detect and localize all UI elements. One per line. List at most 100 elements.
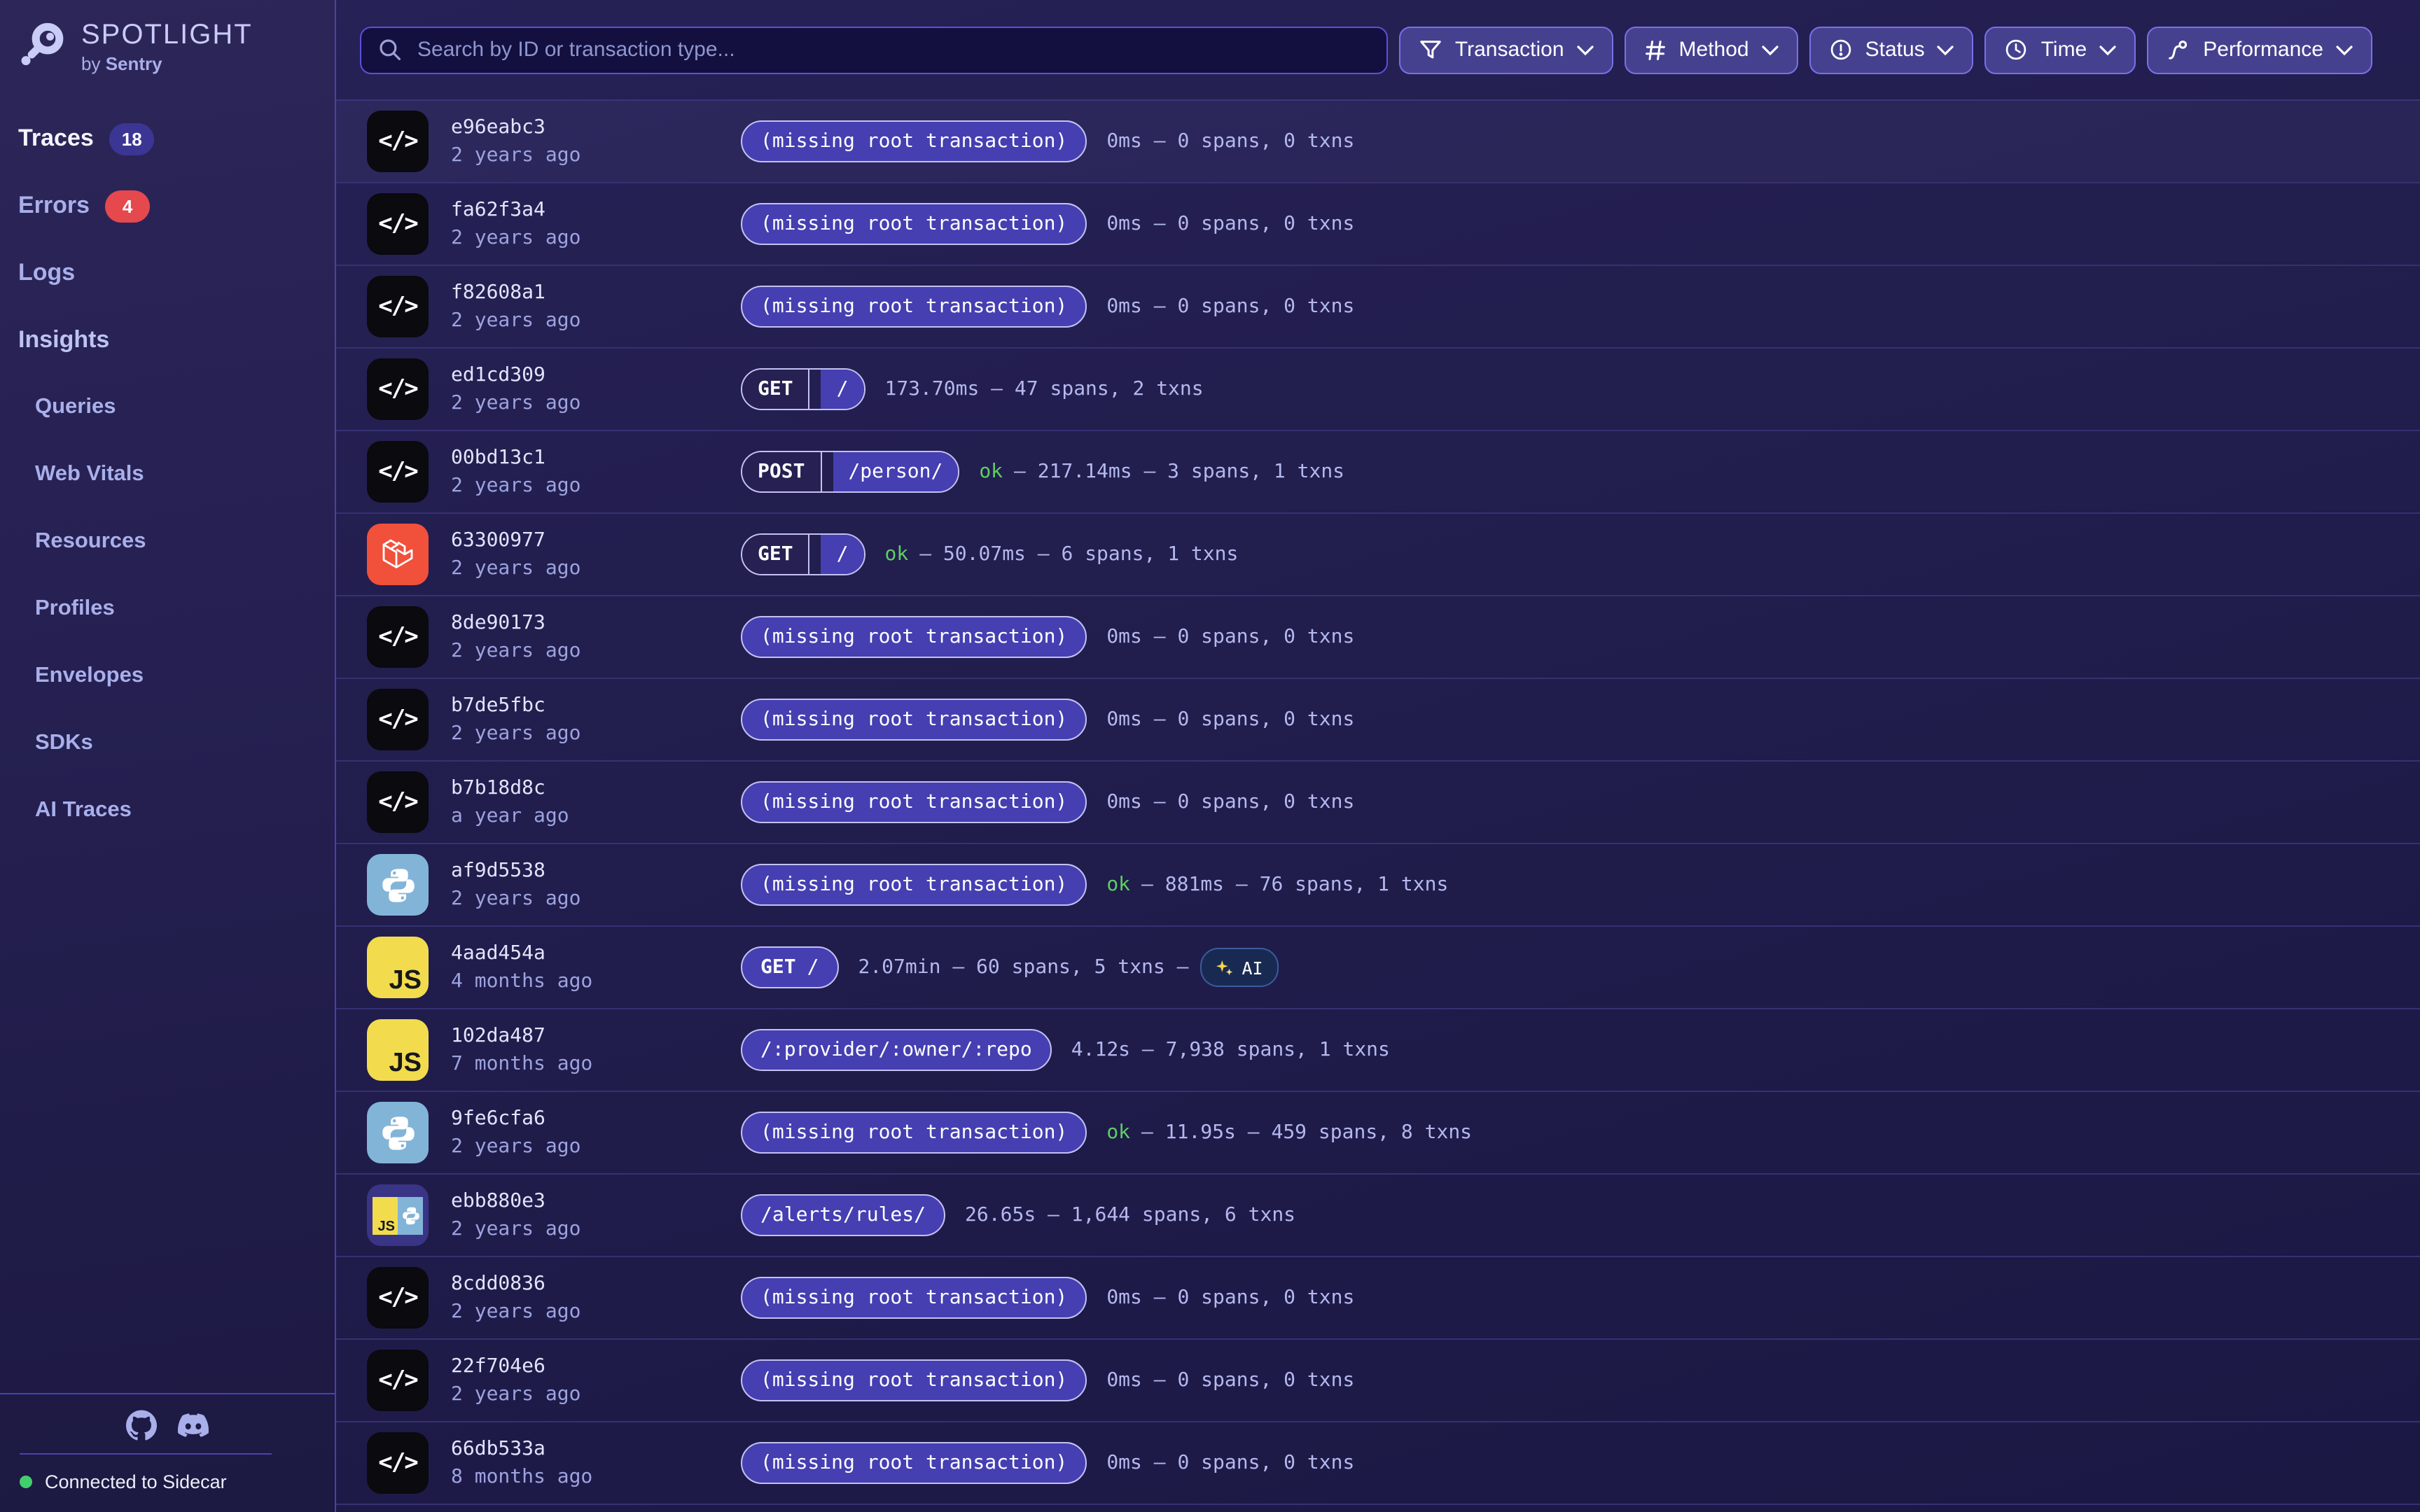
trace-row[interactable]: </> ed1cd309 2 years ago GET/ 173.70ms —…: [336, 349, 2420, 431]
stats-text: 173.70ms — 47 spans, 2 txns: [884, 378, 1203, 400]
sidebar-item-label: Profiles: [35, 596, 115, 622]
spotlight-app: SPOTLIGHT by Sentry Traces 18 Errors 4 L…: [0, 0, 2420, 1512]
trace-id: 9fe6cfa6: [451, 1105, 741, 1133]
trace-age: 2 years ago: [451, 720, 741, 748]
sidebar-item-label: Envelopes: [35, 664, 144, 689]
trace-row[interactable]: </> f82608a1 2 years ago (missing root t…: [336, 266, 2420, 349]
javascript-icon: JS: [367, 1019, 429, 1081]
stats-text: 0ms — 0 spans, 0 txns: [1106, 791, 1354, 813]
github-icon[interactable]: [126, 1410, 157, 1441]
trace-row[interactable]: </> 22f704e6 2 years ago (missing root t…: [336, 1340, 2420, 1422]
sidebar-item-envelopes[interactable]: Envelopes: [0, 643, 335, 710]
trace-stats: 0ms — 0 spans, 0 txns: [1106, 708, 1354, 731]
sidebar-item-queries[interactable]: Queries: [0, 374, 335, 441]
filter-method-button[interactable]: Method: [1625, 26, 1798, 74]
trace-row[interactable]: </> 66db533a 8 months ago (missing root …: [336, 1422, 2420, 1505]
filter-transaction-button[interactable]: Transaction: [1399, 26, 1613, 74]
code-platform-icon: </>: [367, 689, 429, 750]
sidebar-item-sdks[interactable]: SDKs: [0, 710, 335, 777]
trace-age: 2 years ago: [451, 637, 741, 665]
sidebar-item-resources[interactable]: Resources: [0, 508, 335, 575]
sidecar-status: Connected to Sidecar: [0, 1455, 335, 1512]
sidebar-item-label: Logs: [18, 259, 75, 287]
trace-stats: 173.70ms — 47 spans, 2 txns: [884, 378, 1203, 400]
trace-id: 8de90173: [451, 609, 741, 637]
trace-stats: ok — 881ms — 76 spans, 1 txns: [1106, 874, 1448, 896]
trace-stats: 0ms — 0 spans, 0 txns: [1106, 130, 1354, 153]
trace-stats: ok — 217.14ms — 3 spans, 1 txns: [979, 461, 1344, 483]
filter-status-button[interactable]: Status: [1809, 26, 1974, 74]
trace-row[interactable]: 9fe6cfa6 2 years ago (missing root trans…: [336, 1092, 2420, 1175]
filter-time-button[interactable]: Time: [1985, 26, 2136, 74]
method-path-badge: GET/: [741, 533, 865, 575]
trace-stats: 0ms — 0 spans, 0 txns: [1106, 295, 1354, 318]
status-ok-label: ok: [1106, 1121, 1130, 1144]
sidebar-item-errors[interactable]: Errors 4: [0, 172, 335, 239]
method-path-badge: POST/person/: [741, 451, 959, 493]
trace-row[interactable]: </> fa62f3a4 2 years ago (missing root t…: [336, 183, 2420, 266]
transaction-badge: (missing root transaction): [741, 1442, 1087, 1484]
sidebar-item-profiles[interactable]: Profiles: [0, 575, 335, 643]
trace-id: 63300977: [451, 526, 741, 554]
trace-list: </> e96eabc3 2 years ago (missing root t…: [336, 101, 2420, 1512]
trace-row[interactable]: </> 00bd13c1 2 years ago POST/person/ ok…: [336, 431, 2420, 514]
transaction-badge: (missing root transaction): [741, 616, 1087, 658]
ai-badge: AI: [1200, 948, 1279, 987]
trace-row[interactable]: 63300977 2 years ago GET/ ok — 50.07ms —…: [336, 514, 2420, 596]
sidebar-item-insights[interactable]: Insights: [0, 307, 335, 374]
sidebar: SPOTLIGHT by Sentry Traces 18 Errors 4 L…: [0, 0, 336, 1512]
trace-stats: 0ms — 0 spans, 0 txns: [1106, 626, 1354, 648]
discord-icon[interactable]: [178, 1410, 209, 1441]
transaction-badge: (missing root transaction): [741, 1112, 1087, 1154]
sidebar-item-logs[interactable]: Logs: [0, 239, 335, 307]
funnel-icon: [1419, 38, 1442, 62]
main-panel: Transaction Method Status Time Performan: [336, 0, 2420, 1512]
sidebar-item-ai-traces[interactable]: AI Traces: [0, 777, 335, 844]
hash-icon: [1644, 38, 1667, 61]
trace-row[interactable]: JS 4aad454a 4 months ago GET/ 2.07min — …: [336, 927, 2420, 1009]
sidebar-item-traces[interactable]: Traces 18: [0, 105, 335, 172]
stats-text: 0ms — 0 spans, 0 txns: [1106, 213, 1354, 235]
trace-row[interactable]: </> b7de5fbc 2 years ago (missing root t…: [336, 679, 2420, 762]
app-title: SPOTLIGHT: [81, 18, 253, 52]
toolbar: Transaction Method Status Time Performan: [336, 0, 2420, 101]
trace-age: a year ago: [451, 802, 741, 830]
transaction-badge: (missing root transaction): [741, 864, 1087, 906]
app-logo: SPOTLIGHT by Sentry: [0, 0, 335, 74]
trace-row[interactable]: </> 8de90173 2 years ago (missing root t…: [336, 596, 2420, 679]
stats-text: 0ms — 0 spans, 0 txns: [1106, 708, 1354, 731]
connected-dot-icon: [20, 1476, 32, 1488]
stats-text: — 50.07ms — 6 spans, 1 txns: [919, 543, 1238, 566]
stats-text: 0ms — 0 spans, 0 txns: [1106, 1452, 1354, 1474]
trace-stats: 0ms — 0 spans, 0 txns: [1106, 791, 1354, 813]
trace-stats: 0ms — 0 spans, 0 txns: [1106, 213, 1354, 235]
trace-row[interactable]: JS ebb880e3 2 years ago /alerts/rules/: [336, 1175, 2420, 1257]
python-icon: [367, 1102, 429, 1163]
filter-performance-button[interactable]: Performance: [2147, 26, 2372, 74]
trace-row[interactable]: JS 102da487 7 months ago /:provider/:own…: [336, 1009, 2420, 1092]
trace-row[interactable]: </> 8cdd0836 2 years ago (missing root t…: [336, 1257, 2420, 1340]
trace-row[interactable]: </> e96eabc3 2 years ago (missing root t…: [336, 101, 2420, 183]
laravel-icon: [367, 524, 429, 585]
trace-stats: 0ms — 0 spans, 0 txns: [1106, 1369, 1354, 1392]
sidebar-item-web-vitals[interactable]: Web Vitals: [0, 441, 335, 508]
trace-stats: 2.07min — 60 spans, 5 txns — AI: [858, 948, 1278, 987]
sidebar-item-label: AI Traces: [35, 798, 132, 823]
code-platform-icon: </>: [367, 193, 429, 255]
trace-age: 4 months ago: [451, 967, 741, 995]
trace-row[interactable]: </> b7b18d8c a year ago (missing root tr…: [336, 762, 2420, 844]
transaction-badge: /:provider/:owner/:repo: [741, 1029, 1052, 1071]
trace-id: 22f704e6: [451, 1352, 741, 1380]
stats-text: 0ms — 0 spans, 0 txns: [1106, 1287, 1354, 1309]
search-input[interactable]: [415, 36, 1370, 63]
status-ok-label: ok: [979, 461, 1003, 483]
trace-age: 2 years ago: [451, 1380, 741, 1408]
transaction-badge: (missing root transaction): [741, 1359, 1087, 1401]
trace-age: 2 years ago: [451, 307, 741, 335]
trace-age: 7 months ago: [451, 1050, 741, 1078]
stats-text: 0ms — 0 spans, 0 txns: [1106, 1369, 1354, 1392]
search-box[interactable]: [360, 26, 1388, 74]
trace-row[interactable]: af9d5538 2 years ago (missing root trans…: [336, 844, 2420, 927]
count-badge: 18: [109, 122, 155, 155]
code-platform-icon: </>: [367, 1350, 429, 1411]
